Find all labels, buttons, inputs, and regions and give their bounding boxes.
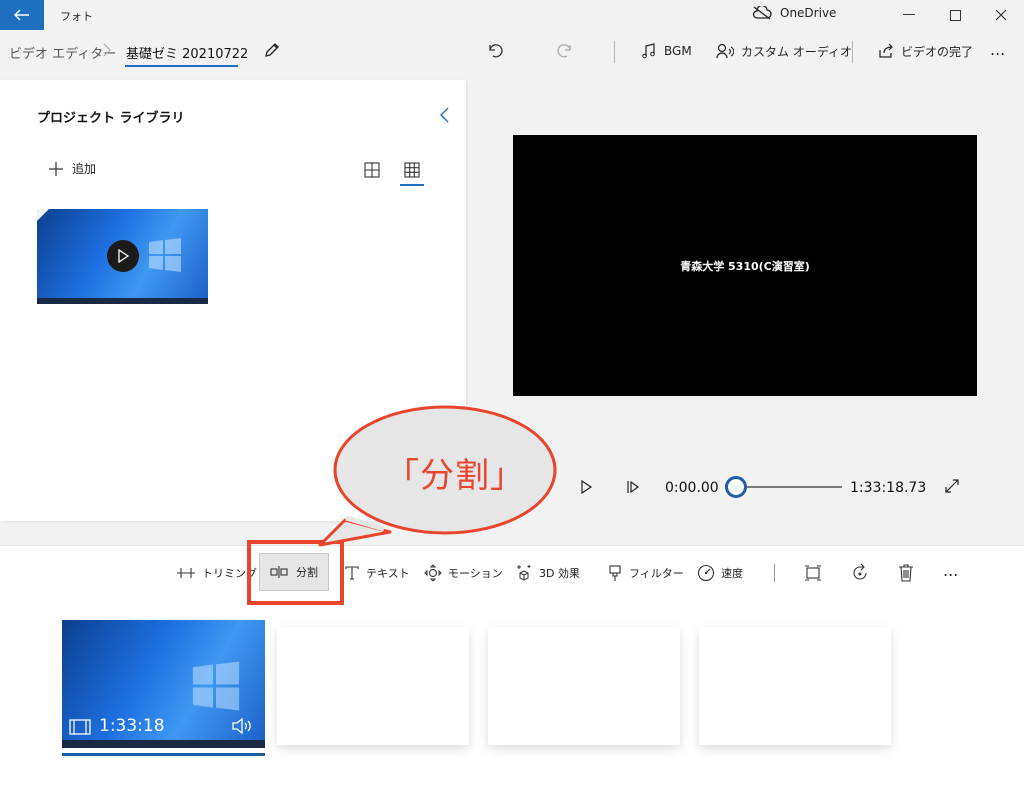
speed-button[interactable]: 速度 (697, 563, 743, 583)
minimize-button[interactable] (886, 4, 932, 26)
onedrive-status[interactable]: OneDrive (752, 6, 836, 20)
separator (852, 41, 853, 63)
clip-taskbar (62, 740, 265, 748)
callout-text: 「分割」 (385, 456, 525, 496)
finish-video-button[interactable]: ビデオの完了 (878, 38, 973, 64)
separator (614, 41, 615, 63)
rotate-icon[interactable] (850, 563, 870, 583)
windows-logo-icon (192, 661, 240, 711)
seek-bar-track[interactable] (736, 486, 842, 488)
separator (774, 564, 775, 582)
empty-storyboard-slot[interactable] (488, 627, 680, 745)
undo-button[interactable] (486, 38, 504, 64)
play-overlay[interactable] (107, 240, 139, 272)
next-frame-icon[interactable] (624, 478, 642, 496)
volume-icon[interactable] (231, 716, 253, 736)
thumbnail-fold (37, 209, 49, 221)
motion-button[interactable]: モーション (424, 563, 503, 583)
clip-selected-indicator (62, 753, 265, 756)
cloud-off-icon (752, 6, 772, 20)
seek-bar-thumb[interactable] (725, 476, 747, 498)
play-icon[interactable] (577, 478, 595, 496)
finish-video-label: ビデオの完了 (901, 44, 974, 59)
empty-storyboard-slot[interactable] (699, 627, 891, 745)
pencil-icon[interactable] (262, 40, 282, 60)
play-icon (118, 249, 129, 263)
custom-audio-label: カスタム オーディオ (741, 44, 852, 59)
maximize-button[interactable] (932, 4, 978, 26)
undo-icon (489, 44, 503, 58)
arrow-left-icon (14, 9, 29, 21)
library-video-thumbnail[interactable] (37, 209, 208, 304)
text-label: テキスト (366, 567, 410, 580)
current-time: 0:00.00 (665, 480, 719, 496)
film-strip-icon (69, 719, 91, 735)
add-button[interactable]: 追加 (48, 160, 96, 177)
app-title: フォト (60, 10, 93, 23)
trim-button[interactable]: トリミング (176, 563, 257, 583)
trim-icon (177, 568, 195, 578)
chevron-right-icon (103, 43, 111, 57)
text-button[interactable]: テキスト (344, 563, 410, 583)
text-icon (345, 566, 359, 580)
trash-icon[interactable] (896, 563, 916, 583)
library-title: プロジェクト ライブラリ (37, 111, 185, 126)
speed-label: 速度 (721, 567, 743, 580)
bgm-button[interactable]: BGM (641, 38, 692, 64)
breadcrumb-video-editor[interactable]: ビデオ エディター (9, 43, 116, 62)
speedometer-icon (697, 564, 715, 582)
back-button[interactable] (0, 0, 44, 30)
redo-icon (557, 44, 571, 58)
preview-overlay-text: 青森大学 5310(C演習室) (680, 259, 810, 273)
toolbar-more-button[interactable]: ... (943, 560, 958, 580)
bgm-label: BGM (664, 44, 692, 58)
clip-duration: 1:33:18 (99, 716, 165, 736)
close-icon (995, 9, 1007, 21)
filter-label: フィルター (629, 567, 684, 580)
total-time: 1:33:18.73 (850, 480, 927, 496)
3d-effects-button[interactable]: 3D 効果 (515, 563, 580, 583)
more-icon: ... (943, 560, 959, 580)
large-grid-icon[interactable] (362, 160, 382, 180)
filter-button[interactable]: フィルター (607, 563, 684, 583)
project-name: 基礎ゼミ 20210722 (126, 47, 249, 62)
sparkle-cube-icon (517, 565, 531, 581)
windows-logo-icon (149, 238, 181, 272)
fullscreen-icon[interactable] (943, 477, 961, 495)
motion-icon (424, 564, 442, 582)
3d-effects-label: 3D 効果 (539, 567, 580, 580)
thumbnail-taskbar (37, 298, 208, 304)
view-selected-indicator (400, 184, 424, 186)
more-button[interactable]: ... (990, 36, 1005, 62)
close-button[interactable] (978, 4, 1024, 26)
add-label: 追加 (72, 162, 97, 176)
redo-button[interactable] (556, 38, 574, 64)
filter-brush-icon (609, 565, 621, 581)
more-icon: ... (990, 39, 1006, 59)
maximize-icon (949, 9, 961, 21)
onedrive-label: OneDrive (780, 6, 837, 20)
minimize-icon (903, 14, 915, 15)
share-icon (879, 43, 893, 58)
empty-storyboard-slot[interactable] (277, 627, 469, 745)
video-preview[interactable]: 青森大学 5310(C演習室) (513, 135, 977, 396)
crop-resize-icon[interactable] (803, 563, 823, 583)
music-note-icon (642, 43, 655, 59)
small-grid-icon[interactable] (402, 160, 422, 180)
title-bar: フォト OneDrive (0, 0, 1024, 32)
custom-audio-button[interactable]: カスタム オーディオ (716, 38, 852, 64)
motion-label: モーション (448, 567, 503, 580)
project-name-underline (125, 65, 238, 67)
chevron-left-icon[interactable] (437, 105, 453, 125)
person-audio-icon (716, 43, 734, 59)
plus-icon (49, 161, 63, 176)
